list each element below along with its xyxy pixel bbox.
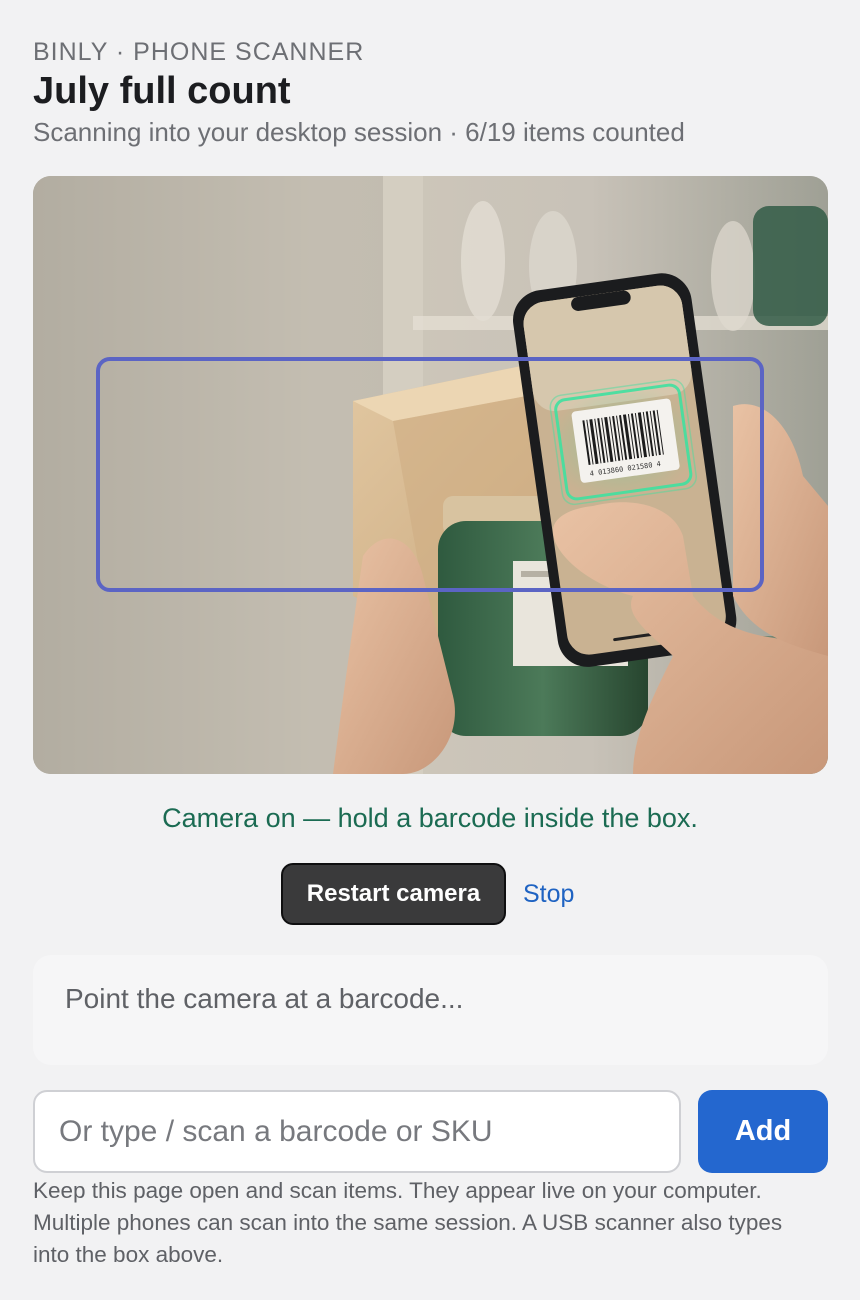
camera-feed-image: 4 013860 021580 4 — [33, 176, 828, 774]
camera-status-text: Camera on — hold a barcode inside the bo… — [162, 803, 698, 833]
page-title: July full count — [33, 70, 291, 112]
scan-result-text: Point the camera at a barcode... — [65, 983, 464, 1014]
app-eyebrow: BINLY · PHONE SCANNER — [33, 38, 365, 66]
barcode-sku-input[interactable] — [33, 1090, 681, 1173]
phone-scanner-page: BINLY · PHONE SCANNER July full count Sc… — [0, 0, 860, 1300]
camera-preview: 4 013860 021580 4 — [33, 176, 828, 774]
scan-result-card: Point the camera at a barcode... — [33, 955, 828, 1065]
session-subtitle: Scanning into your desktop session · 6/1… — [33, 117, 685, 147]
stop-camera-link[interactable]: Stop — [523, 880, 574, 909]
add-button[interactable]: Add — [698, 1090, 828, 1173]
help-text: Keep this page open and scan items. They… — [33, 1178, 783, 1267]
restart-camera-button[interactable]: Restart camera — [281, 863, 506, 925]
